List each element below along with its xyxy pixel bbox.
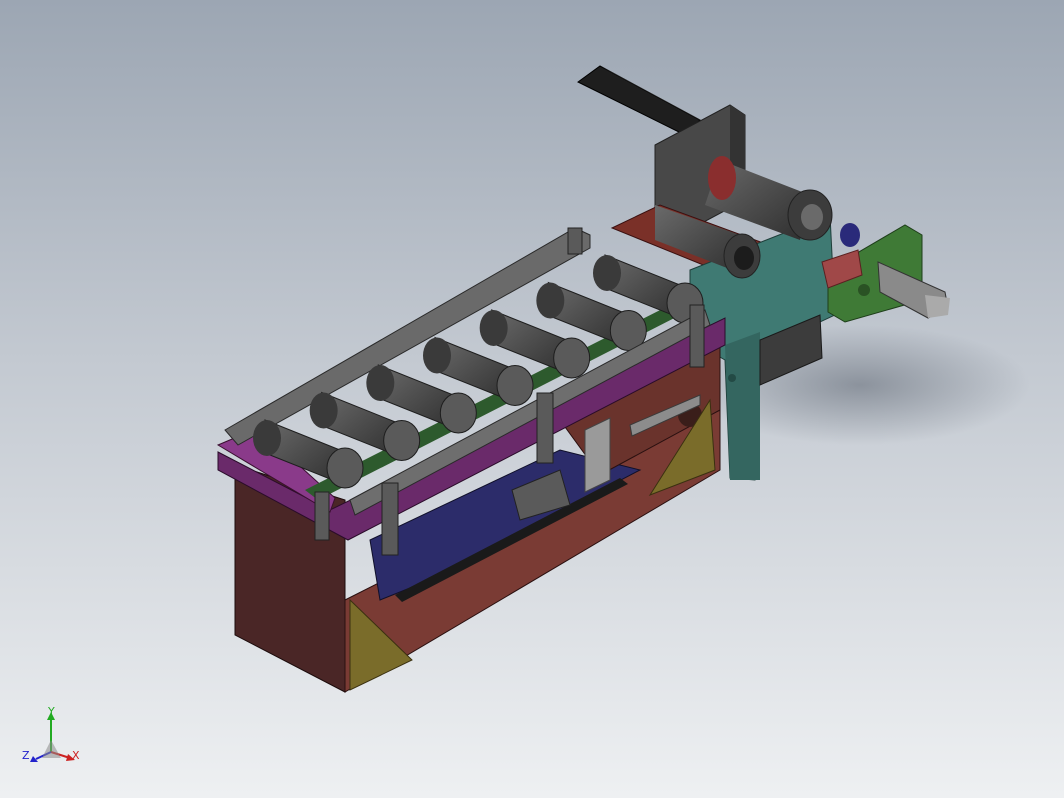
graphics-viewport[interactable]: Y X Z [0,0,1064,798]
cad-model-assembly[interactable] [0,0,1064,798]
rail-bracket-left[interactable] [314,491,330,541]
actuator-end [925,295,950,318]
triad-x-label: X [72,749,80,762]
pneumatic-cylinder-top[interactable] [577,65,701,136]
triad-pyramid [42,740,61,758]
bolt-hole [728,374,736,382]
triad-y-label: Y [48,705,55,718]
triad-z-label: Z [22,749,30,762]
rail-bracket-1[interactable] [381,482,399,556]
main-conveyor-frame[interactable] [216,227,726,693]
teal-bracket-front [725,332,760,480]
rail-bracket-back[interactable] [567,227,583,255]
rail-bracket-3[interactable] [689,304,705,368]
rail-bracket-2[interactable] [536,392,554,464]
center-vertical-block[interactable] [584,417,611,493]
green-block-hole [858,284,870,296]
